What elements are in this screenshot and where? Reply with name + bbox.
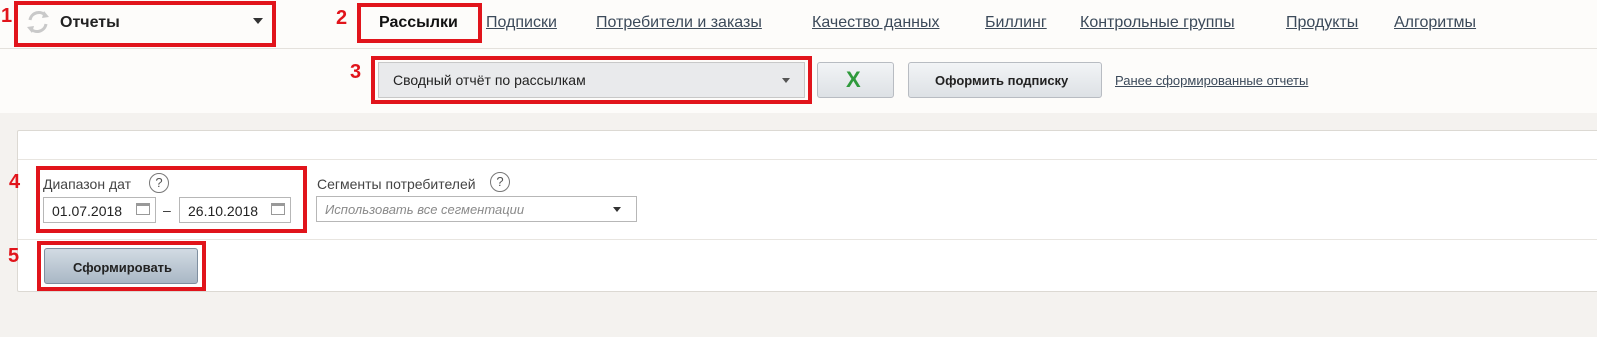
tab-algorithms[interactable]: Алгоритмы — [1394, 14, 1476, 32]
tab-control-groups[interactable]: Контрольные группы — [1080, 14, 1235, 32]
tab-billing[interactable]: Биллинг — [985, 14, 1047, 32]
tab-data-quality[interactable]: Качество данных — [812, 14, 940, 32]
consumer-segments-label: Сегменты потребителей — [317, 176, 476, 192]
tab-subscriptions[interactable]: Подписки — [486, 14, 557, 32]
previous-reports-link[interactable]: Ранее сформированные отчеты — [1115, 73, 1308, 88]
annotation-number-2: 2 — [336, 7, 348, 29]
excel-icon: X — [846, 67, 861, 92]
annotation-number-4: 4 — [9, 171, 21, 193]
annotation-box-4 — [36, 166, 307, 233]
chevron-down-icon — [613, 207, 621, 212]
tab-consumers-orders[interactable]: Потребители и заказы — [596, 14, 762, 32]
annotation-box-1 — [14, 1, 276, 47]
subscribe-button-label: Оформить подписку — [935, 73, 1069, 88]
tab-products[interactable]: Продукты — [1286, 14, 1358, 32]
annotation-box-2 — [357, 3, 482, 43]
annotation-number-3: 3 — [350, 61, 362, 83]
annotation-box-3 — [371, 56, 812, 104]
annotation-number-1: 1 — [1, 5, 13, 27]
consumer-segments-placeholder: Использовать все сегментации — [325, 202, 525, 217]
annotation-number-5: 5 — [8, 245, 20, 267]
help-icon[interactable]: ? — [490, 172, 510, 192]
annotation-box-5 — [37, 241, 206, 291]
